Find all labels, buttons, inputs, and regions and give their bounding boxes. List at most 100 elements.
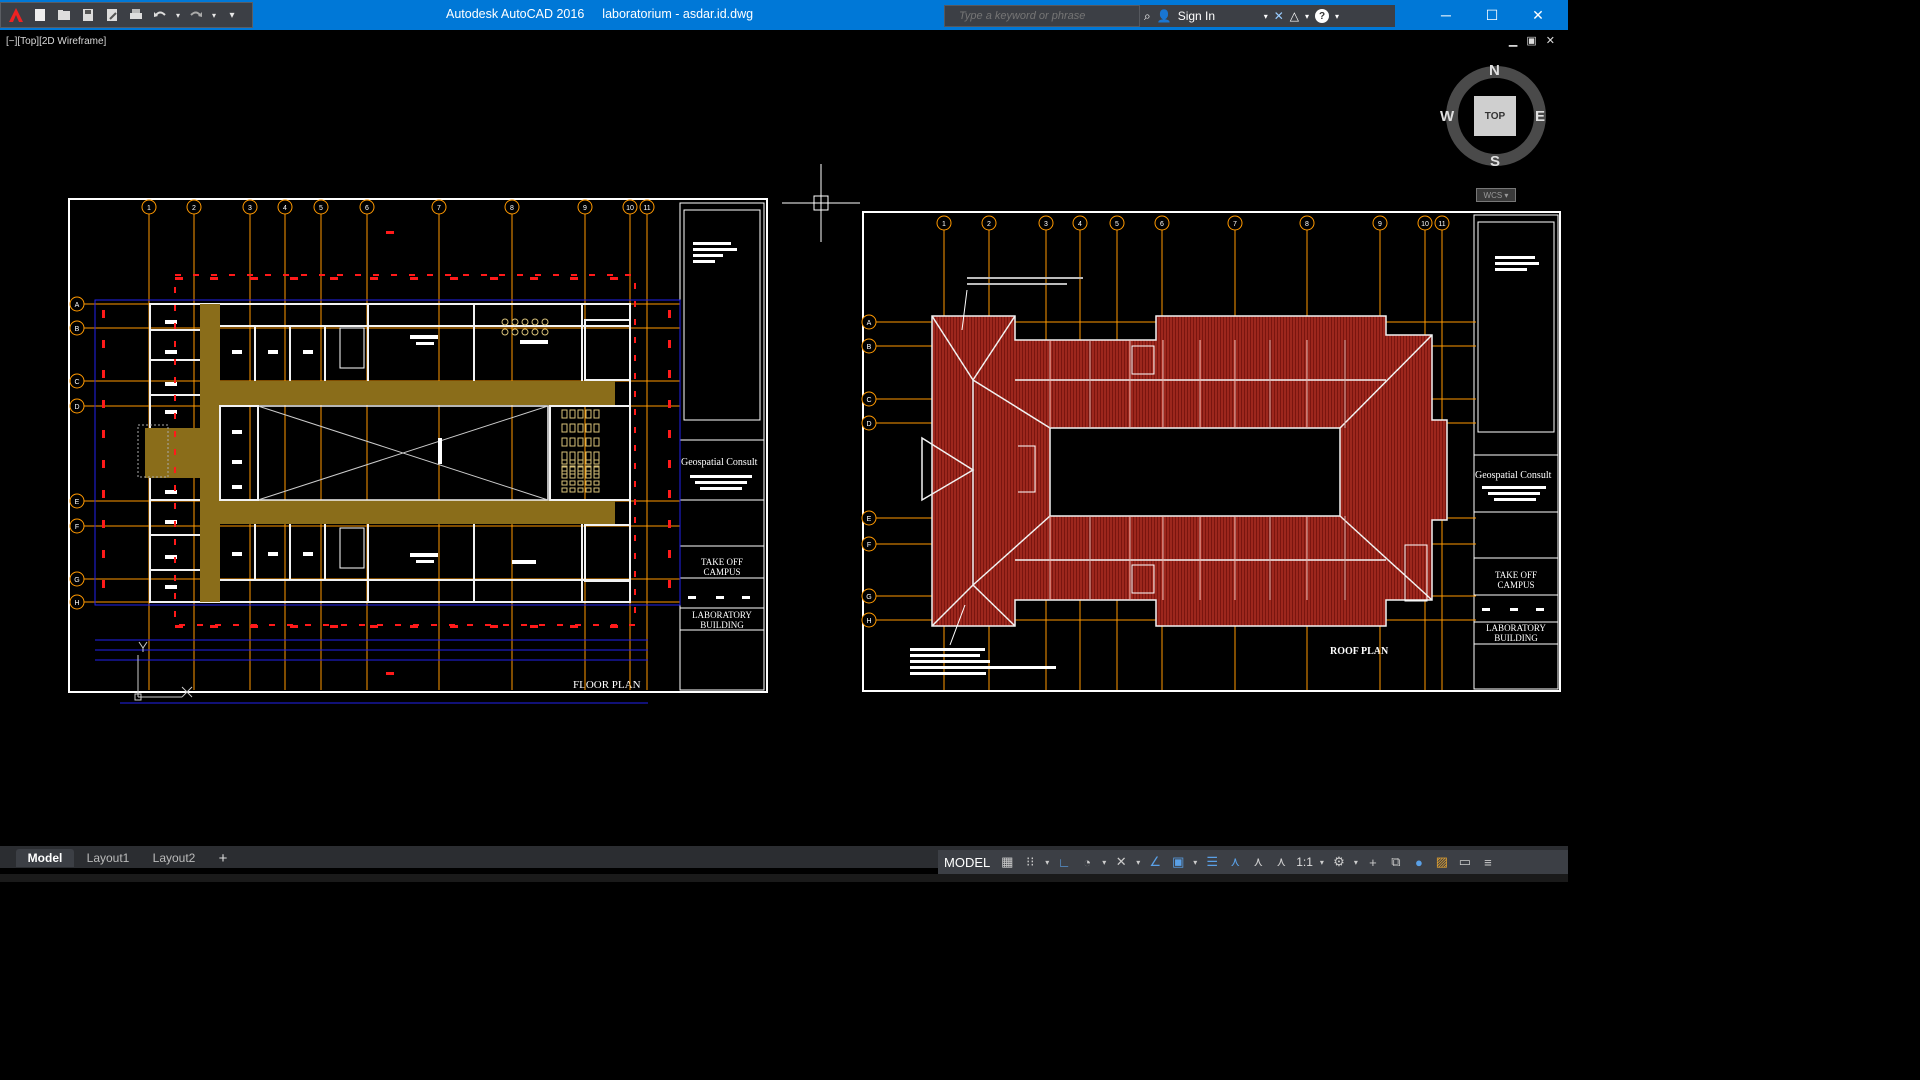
grid-row-label: B (75, 326, 80, 333)
model-space-canvas[interactable]: Geospatial Consult TAKE OFF CAMPUS LABOR… (0, 30, 1568, 846)
isolate-objects-icon[interactable]: ● (1409, 853, 1429, 871)
wcs-label: WCS (1483, 190, 1503, 200)
grid-row-label: C (866, 397, 871, 404)
binoculars-icon[interactable]: ⌕ (1144, 9, 1151, 24)
grid-column-label: 9 (1378, 221, 1382, 228)
grid-column-label: 4 (283, 205, 287, 212)
building-name-1: LABORATORY (692, 610, 752, 620)
title-bar: ▾ ▾ ▾ Autodesk AutoCAD 2016 laboratorium … (0, 0, 1568, 30)
grid-column-label: 8 (1305, 221, 1309, 228)
grid-row-label: G (74, 577, 79, 584)
company-name: Geospatial Consult (1475, 470, 1552, 481)
customize-toolbar-icon[interactable]: ▾ (221, 5, 243, 25)
add-layout-button[interactable]: + (210, 849, 236, 867)
autocad-logo-icon[interactable] (5, 5, 27, 25)
building-name-2: BUILDING (1494, 633, 1538, 643)
project-name-1: TAKE OFF (1495, 570, 1537, 580)
grid-column-label: 10 (1421, 221, 1429, 228)
snap-dropdown-icon[interactable]: ▾ (1043, 853, 1051, 871)
compass-north[interactable]: N (1489, 62, 1500, 79)
search-box[interactable] (944, 5, 1140, 27)
exchange-apps-icon[interactable]: ✕ (1274, 9, 1284, 23)
compass-south[interactable]: S (1490, 153, 1500, 170)
grid-row-label: E (867, 516, 872, 523)
grid-row-label: F (75, 524, 79, 531)
grid-column-label: 1 (942, 221, 946, 228)
isodraft-dropdown-icon[interactable]: ▾ (1134, 853, 1142, 871)
maximize-icon[interactable]: ☐ (1472, 4, 1512, 26)
a360-dropdown-icon[interactable]: ▾ (1305, 12, 1309, 21)
minimize-icon[interactable]: ─ (1426, 4, 1466, 26)
auto-scale-icon[interactable]: ⋏ (1248, 853, 1268, 871)
save-as-icon[interactable] (101, 5, 123, 25)
floor-plan-sheet: Geospatial Consult TAKE OFF CAMPUS LABOR… (68, 198, 768, 704)
grid-display-icon[interactable]: ▦ (997, 853, 1017, 871)
sign-in-dropdown-icon[interactable]: ▾ (1264, 12, 1268, 21)
model-space-button[interactable]: MODEL (944, 855, 990, 870)
clean-screen-icon[interactable]: ▭ (1455, 853, 1475, 871)
annotation-visibility-icon[interactable]: ⋏ (1225, 853, 1245, 871)
project-name-1: TAKE OFF (701, 557, 743, 567)
compass-west[interactable]: W (1440, 108, 1454, 125)
redo-dropdown-icon[interactable]: ▾ (209, 5, 219, 25)
new-file-icon[interactable] (29, 5, 51, 25)
polar-tracking-icon[interactable]: ◔ (1077, 853, 1097, 871)
grid-column-label: 9 (583, 205, 587, 212)
grid-column-label: 2 (987, 221, 991, 228)
project-name-2: CAMPUS (703, 567, 740, 577)
save-icon[interactable] (77, 5, 99, 25)
tab-layout2[interactable]: Layout2 (144, 849, 204, 867)
redo-icon[interactable] (185, 5, 207, 25)
tab-model[interactable]: Model (16, 849, 74, 867)
annotation-scale-icon[interactable]: ⋏ (1271, 853, 1291, 871)
object-snap-icon[interactable]: ▣ (1168, 853, 1188, 871)
floor-plan-building (94, 231, 681, 704)
customization-icon[interactable]: ≡ (1478, 853, 1498, 871)
tab-layout1[interactable]: Layout1 (78, 849, 138, 867)
grid-row-label: H (74, 600, 79, 607)
status-bar: MODEL ▦ ⁝⁝ ▾ ∟ ◔ ▾ ✕ ▾ ∠ ▣ ▾ ☰ ⋏ ⋏ ⋏ 1:1… (938, 850, 1568, 874)
undo-dropdown-icon[interactable]: ▾ (173, 5, 183, 25)
grid-row-label: A (75, 302, 80, 309)
grid-row-label: D (866, 421, 871, 428)
object-snap-tracking-icon[interactable]: ∠ (1145, 853, 1165, 871)
ortho-mode-icon[interactable]: ∟ (1054, 853, 1074, 871)
lineweight-icon[interactable]: ☰ (1202, 853, 1222, 871)
crosshair-cursor (782, 164, 860, 242)
object-snap-dropdown-icon[interactable]: ▾ (1191, 853, 1199, 871)
grid-column-label: 7 (1233, 221, 1237, 228)
app-name: Autodesk AutoCAD 2016 (446, 7, 585, 21)
workspace-dropdown-icon[interactable]: ▾ (1352, 853, 1360, 871)
user-icon[interactable]: 👤 (1157, 9, 1172, 23)
search-input[interactable] (957, 9, 1139, 23)
help-icon[interactable]: ? (1315, 9, 1330, 23)
file-name: laboratorium - asdar.id.dwg (602, 7, 754, 21)
a360-icon[interactable]: △ (1290, 9, 1299, 23)
scale-dropdown-icon[interactable]: ▾ (1318, 853, 1326, 871)
grid-row-label: H (866, 618, 871, 625)
grid-column-label: 7 (437, 205, 441, 212)
annotation-monitor-icon[interactable]: + (1363, 853, 1383, 871)
building-name-2: BUILDING (700, 620, 744, 630)
wcs-menu-button[interactable]: WCS ▾ (1476, 188, 1516, 202)
sign-in-button[interactable]: Sign In (1178, 9, 1258, 23)
units-icon[interactable]: ⧉ (1386, 853, 1406, 871)
compass-east[interactable]: E (1535, 108, 1545, 125)
grid-column-label: 5 (1115, 221, 1119, 228)
viewcube-top-face[interactable]: TOP (1474, 96, 1516, 136)
close-icon[interactable]: ✕ (1518, 4, 1558, 26)
plot-icon[interactable] (125, 5, 147, 25)
annotation-scale-value[interactable]: 1:1 (1296, 855, 1313, 869)
help-dropdown-icon[interactable]: ▾ (1335, 12, 1339, 21)
snap-mode-icon[interactable]: ⁝⁝ (1020, 853, 1040, 871)
undo-icon[interactable] (149, 5, 171, 25)
hardware-acceleration-icon[interactable]: ▨ (1432, 853, 1452, 871)
workspace-switch-icon[interactable]: ⚙ (1329, 853, 1349, 871)
grid-row-label: B (867, 344, 872, 351)
isodraft-icon[interactable]: ✕ (1111, 853, 1131, 871)
grid-column-label: 8 (510, 205, 514, 212)
open-folder-icon[interactable] (53, 5, 75, 25)
polar-dropdown-icon[interactable]: ▾ (1100, 853, 1108, 871)
grid-row-label: D (74, 404, 79, 411)
grid-row-label: C (74, 379, 79, 386)
